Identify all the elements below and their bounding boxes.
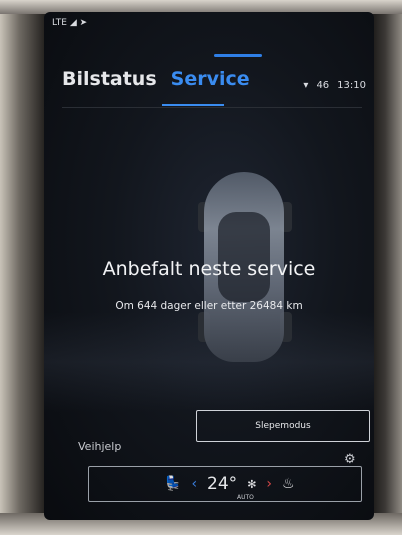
- climate-auto-label: AUTO: [237, 494, 254, 501]
- car-cabin: [218, 212, 270, 302]
- cabin-temperature[interactable]: 24°: [207, 474, 237, 494]
- signal-strength: 46: [316, 80, 330, 91]
- pull-down-handle[interactable]: [214, 54, 262, 57]
- tow-mode-label: Slepemodus: [255, 421, 311, 431]
- temp-down-icon[interactable]: ‹: [191, 476, 197, 492]
- roadside-assistance-link[interactable]: Veihjelp: [78, 440, 121, 453]
- tab-bilstatus[interactable]: Bilstatus: [62, 68, 157, 90]
- climate-controls: 💺 ‹ 24° ✻ › ♨: [164, 474, 295, 494]
- signal-icon: ◢: [69, 18, 77, 28]
- header-divider: [62, 107, 362, 108]
- seat-heat-right-icon[interactable]: ♨: [282, 476, 295, 492]
- tow-mode-button[interactable]: Slepemodus: [196, 410, 370, 442]
- cellular-icon: ▾: [303, 80, 309, 91]
- network-label: LTE: [52, 18, 67, 28]
- tab-bar: Bilstatus Service: [62, 68, 250, 90]
- status-bar-left: LTE ◢ ➤: [52, 18, 87, 28]
- temp-up-icon[interactable]: ›: [266, 476, 272, 492]
- tab-service[interactable]: Service: [171, 68, 250, 90]
- clock: 13:10: [337, 80, 366, 91]
- service-title: Anbefalt neste service: [102, 258, 316, 280]
- fan-icon[interactable]: ✻: [247, 478, 256, 491]
- active-tab-indicator: [162, 104, 224, 106]
- photo-bezel-left: [0, 0, 48, 535]
- service-subtitle: Om 644 dager eller etter 26484 km: [115, 300, 303, 312]
- seat-heat-left-icon[interactable]: 💺: [164, 476, 181, 492]
- infotainment-screen: LTE ◢ ➤ Bilstatus Service ▾ 46 13:10 Anb…: [44, 12, 374, 520]
- location-icon: ➤: [79, 18, 88, 28]
- status-bar-right: ▾ 46 13:10: [303, 80, 366, 91]
- apps-grid-icon[interactable]: ▦: [92, 518, 107, 520]
- gear-icon[interactable]: ⚙: [344, 452, 358, 467]
